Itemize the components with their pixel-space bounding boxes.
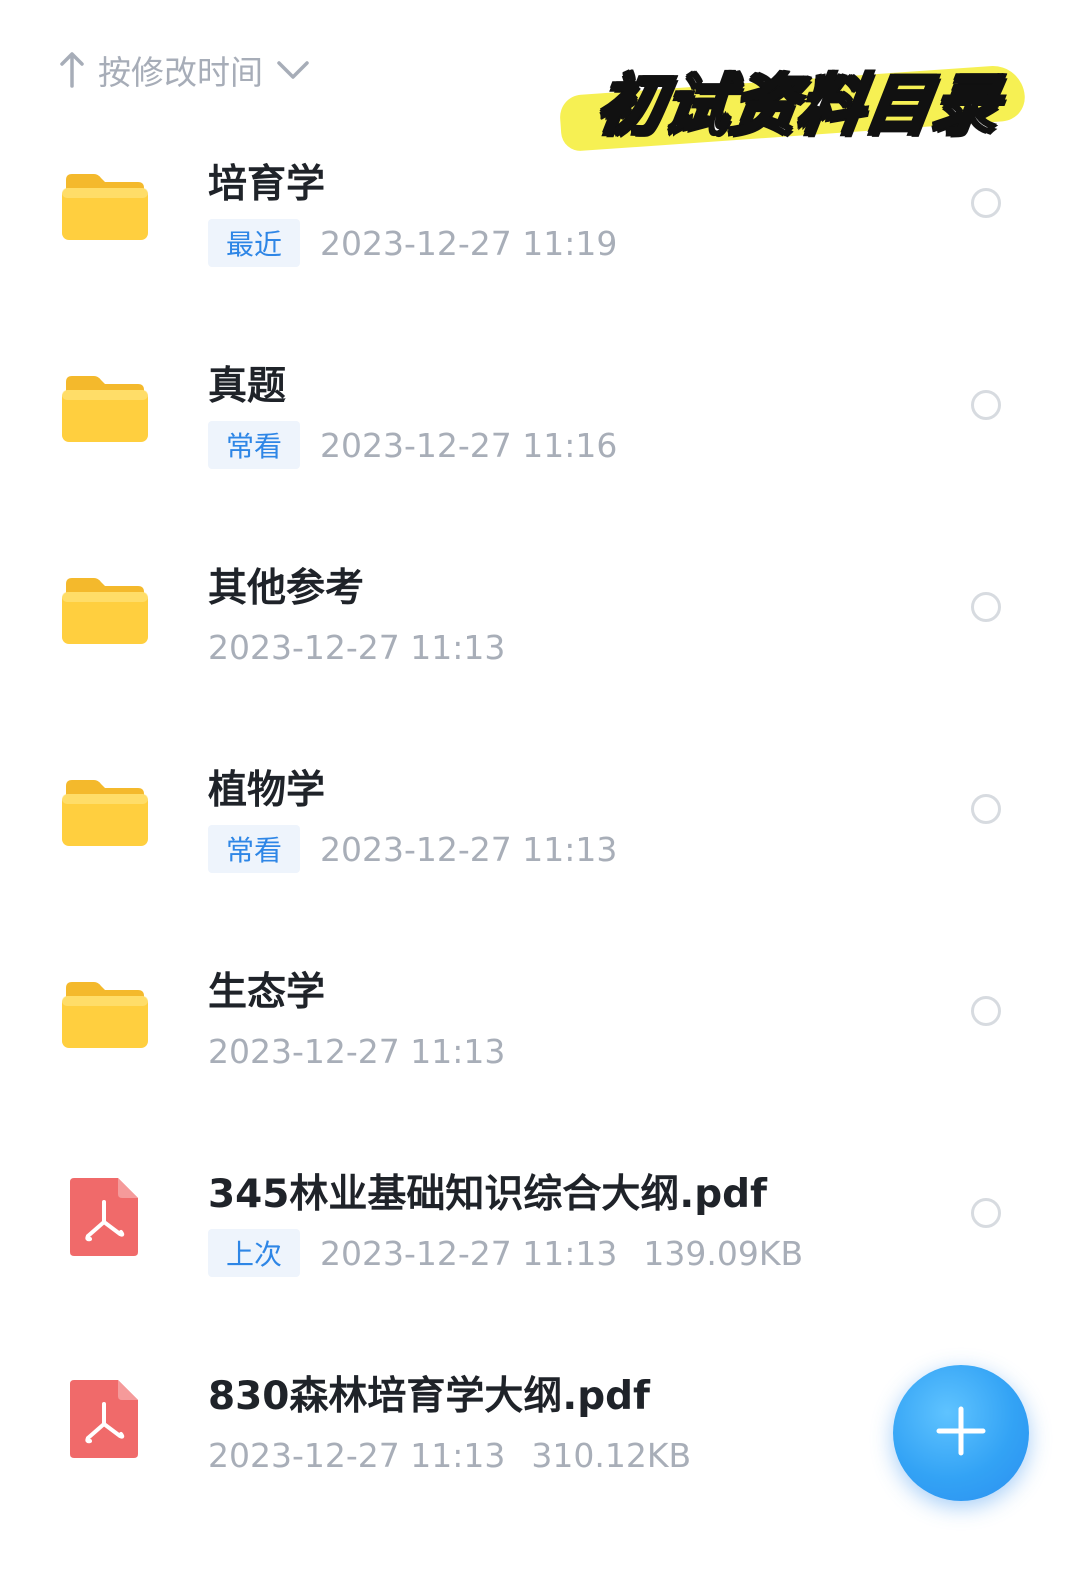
item-name: 植物学 bbox=[208, 768, 326, 813]
file-list: 培育学 最近 2023-12-27 11:19 真题 常看 2023-12-27… bbox=[0, 131, 1080, 1545]
item-meta: 最近 2023-12-27 11:19 bbox=[208, 219, 617, 267]
item-date: 2023-12-27 11:13 bbox=[320, 829, 618, 869]
folder-icon bbox=[60, 368, 150, 448]
item-meta: 常看 2023-12-27 11:13 bbox=[208, 825, 617, 873]
item-name: 生态学 bbox=[208, 970, 326, 1015]
item-tag: 常看 bbox=[208, 825, 301, 873]
list-item[interactable]: 植物学 常看 2023-12-27 11:13 bbox=[0, 737, 1080, 939]
item-date: 2023-12-27 11:16 bbox=[320, 425, 618, 465]
item-name: 345林业基础知识综合大纲.pdf bbox=[208, 1172, 768, 1217]
item-meta: 2023-12-27 11:13 bbox=[208, 1027, 505, 1075]
folder-icon bbox=[60, 974, 150, 1054]
folder-icon bbox=[60, 166, 150, 246]
list-item[interactable]: 真题 常看 2023-12-27 11:16 bbox=[0, 333, 1080, 535]
item-size: 310.12KB bbox=[531, 1435, 692, 1475]
item-date: 2023-12-27 11:13 bbox=[320, 1233, 618, 1273]
radio-icon[interactable] bbox=[971, 390, 1001, 420]
overlay-title: 初试资料目录 bbox=[558, 42, 1030, 153]
radio-icon[interactable] bbox=[971, 592, 1001, 622]
item-date: 2023-12-27 11:19 bbox=[320, 223, 618, 263]
item-date: 2023-12-27 11:13 bbox=[208, 1435, 506, 1475]
pdf-file-icon bbox=[60, 1378, 150, 1458]
radio-icon[interactable] bbox=[971, 188, 1001, 218]
folder-icon bbox=[60, 570, 150, 650]
item-date: 2023-12-27 11:13 bbox=[208, 627, 506, 667]
sort-label: 按修改时间 bbox=[98, 53, 263, 92]
item-meta: 2023-12-27 11:13 bbox=[208, 623, 505, 671]
list-item[interactable]: 培育学 最近 2023-12-27 11:19 bbox=[0, 131, 1080, 333]
plus-icon bbox=[933, 1403, 989, 1463]
item-name: 真题 bbox=[208, 364, 287, 409]
chevron-down-icon bbox=[275, 57, 311, 83]
list-item[interactable]: 生态学 2023-12-27 11:13 bbox=[0, 939, 1080, 1141]
arrow-up-icon bbox=[58, 50, 86, 90]
item-name: 其他参考 bbox=[208, 566, 365, 611]
item-name: 830森林培育学大纲.pdf bbox=[208, 1374, 651, 1419]
item-meta: 常看 2023-12-27 11:16 bbox=[208, 421, 617, 469]
radio-icon[interactable] bbox=[971, 794, 1001, 824]
item-name: 培育学 bbox=[208, 162, 326, 207]
item-tag: 最近 bbox=[208, 219, 301, 267]
item-meta: 上次 2023-12-27 11:13 139.09KB bbox=[208, 1229, 803, 1277]
item-tag: 上次 bbox=[208, 1229, 301, 1277]
radio-icon[interactable] bbox=[971, 996, 1001, 1026]
pdf-file-icon bbox=[60, 1176, 150, 1256]
sort-control[interactable]: 按修改时间 bbox=[58, 40, 311, 100]
folder-icon bbox=[60, 772, 150, 852]
item-date: 2023-12-27 11:13 bbox=[208, 1031, 506, 1071]
add-button[interactable] bbox=[893, 1365, 1029, 1501]
list-item[interactable]: 其他参考 2023-12-27 11:13 bbox=[0, 535, 1080, 737]
radio-icon[interactable] bbox=[971, 1198, 1001, 1228]
item-meta: 2023-12-27 11:13 310.12KB bbox=[208, 1431, 691, 1479]
item-tag: 常看 bbox=[208, 421, 301, 469]
item-size: 139.09KB bbox=[643, 1233, 804, 1273]
list-item[interactable]: 345林业基础知识综合大纲.pdf 上次 2023-12-27 11:13 13… bbox=[0, 1141, 1080, 1343]
